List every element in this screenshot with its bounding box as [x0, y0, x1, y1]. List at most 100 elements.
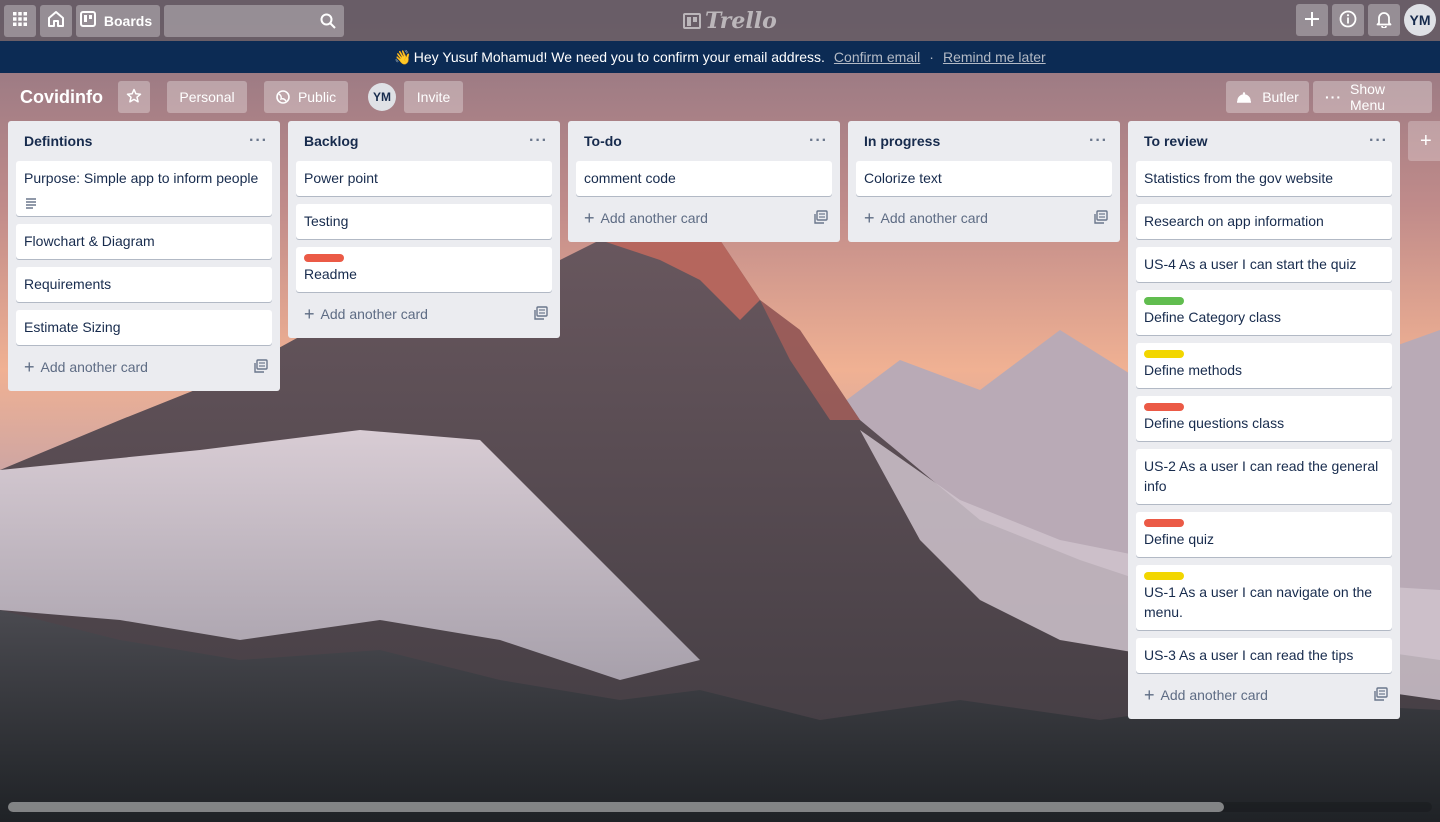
- description-icon: [24, 194, 264, 209]
- home-icon: [47, 10, 65, 31]
- card[interactable]: Define quiz: [1136, 512, 1392, 557]
- card[interactable]: Define methods: [1136, 343, 1392, 388]
- card-title: Power point: [304, 170, 378, 186]
- create-button[interactable]: [1296, 4, 1328, 36]
- list-menu-icon[interactable]: ···: [1369, 132, 1388, 150]
- board-header: Covidinfo Personal Public YM Invite Butl…: [0, 81, 1440, 113]
- card-template-icon[interactable]: [534, 305, 548, 323]
- card[interactable]: Testing: [296, 204, 552, 239]
- list-4: To review ··· Statistics from the gov webs…: [1128, 121, 1400, 719]
- add-card-left: + Add another card: [24, 357, 148, 378]
- card[interactable]: US-4 As a user I can start the quiz: [1136, 247, 1392, 282]
- card-title: Purpose: Simple app to inform people: [24, 170, 259, 186]
- email-confirm-banner: 👋 Hey Yusuf Mohamud! We need you to conf…: [0, 41, 1440, 73]
- add-card-button[interactable]: + Add another card: [16, 351, 272, 383]
- card-label[interactable]: [304, 254, 344, 262]
- card-template-icon[interactable]: [814, 209, 828, 227]
- list-title[interactable]: To-do: [584, 133, 622, 149]
- search-input[interactable]: [164, 4, 344, 37]
- star-board-button[interactable]: [118, 81, 150, 113]
- user-avatar[interactable]: YM: [1404, 4, 1436, 36]
- add-card-button[interactable]: + Add another card: [576, 202, 832, 234]
- confirm-email-link[interactable]: Confirm email: [834, 49, 920, 65]
- butler-button[interactable]: Butler: [1226, 81, 1309, 113]
- card[interactable]: Research on app information: [1136, 204, 1392, 239]
- notifications-button[interactable]: [1368, 4, 1400, 36]
- card-template-icon[interactable]: [1374, 686, 1388, 704]
- card[interactable]: Define questions class: [1136, 396, 1392, 441]
- card[interactable]: Statistics from the gov website: [1136, 161, 1392, 196]
- search-icon: [320, 13, 336, 32]
- card[interactable]: US-1 As a user I can navigate on the men…: [1136, 565, 1392, 630]
- butler-label: Butler: [1262, 89, 1299, 105]
- trello-logo-icon: [683, 13, 701, 29]
- board-member-avatar[interactable]: YM: [368, 83, 396, 111]
- app-switcher-button[interactable]: [4, 4, 36, 37]
- card[interactable]: Purpose: Simple app to inform people: [16, 161, 272, 216]
- horizontal-scrollbar-thumb[interactable]: [8, 802, 1224, 812]
- card[interactable]: Colorize text: [856, 161, 1112, 196]
- list-title[interactable]: Backlog: [304, 133, 358, 149]
- list-menu-icon[interactable]: ···: [249, 132, 268, 150]
- boards-button[interactable]: Boards: [76, 4, 160, 37]
- visibility-public-button[interactable]: Public: [264, 81, 348, 113]
- list-title[interactable]: Defintions: [24, 133, 92, 149]
- card-title: US-1 As a user I can navigate on the men…: [1144, 584, 1373, 620]
- invite-button[interactable]: Invite: [404, 81, 463, 113]
- card[interactable]: US-2 As a user I can read the general in…: [1136, 449, 1392, 504]
- card[interactable]: Requirements: [16, 267, 272, 302]
- add-card-button[interactable]: + Add another card: [296, 298, 552, 330]
- card[interactable]: US-3 As a user I can read the tips: [1136, 638, 1392, 673]
- board-icon: [79, 11, 96, 30]
- card[interactable]: Readme: [296, 247, 552, 292]
- card-label[interactable]: [1144, 350, 1184, 358]
- trello-logo[interactable]: Trello: [683, 8, 777, 34]
- trello-logo-text: Trello: [705, 8, 777, 34]
- add-card-button[interactable]: + Add another card: [1136, 679, 1392, 711]
- card-label[interactable]: [1144, 519, 1184, 527]
- topbar-right-actions: YM: [1296, 4, 1436, 36]
- waving-hand-icon: 👋: [394, 48, 412, 65]
- bell-icon: [1376, 10, 1392, 31]
- show-menu-button[interactable]: ··· Show Menu: [1313, 81, 1432, 113]
- add-card-label: Add another card: [320, 306, 428, 322]
- list-title[interactable]: To review: [1144, 133, 1208, 149]
- card-label[interactable]: [1144, 572, 1184, 580]
- card-label[interactable]: [1144, 403, 1184, 411]
- list-menu-icon[interactable]: ···: [529, 132, 548, 150]
- card[interactable]: comment code: [576, 161, 832, 196]
- card-title: comment code: [584, 170, 676, 186]
- list-title[interactable]: In progress: [864, 133, 940, 149]
- card[interactable]: Power point: [296, 161, 552, 196]
- list-header: Backlog ···: [296, 121, 552, 161]
- card[interactable]: Define Category class: [1136, 290, 1392, 335]
- boards-label: Boards: [103, 12, 153, 29]
- top-navigation-bar: Boards Trello YM: [0, 0, 1440, 41]
- board-title[interactable]: Covidinfo: [20, 87, 103, 108]
- list-header: To-do ···: [576, 121, 832, 161]
- banner-message: Hey Yusuf Mohamud! We need you to confir…: [413, 49, 825, 65]
- card-template-icon[interactable]: [254, 358, 268, 376]
- remind-later-link[interactable]: Remind me later: [943, 49, 1046, 65]
- add-card-left: + Add another card: [1144, 685, 1268, 706]
- card-title: Estimate Sizing: [24, 319, 121, 335]
- list-1: Backlog ··· Power point Testing Readme + Add a…: [288, 121, 560, 338]
- card-template-icon[interactable]: [1094, 209, 1108, 227]
- card-label[interactable]: [1144, 297, 1184, 305]
- more-icon: ···: [1325, 89, 1342, 105]
- list-menu-icon[interactable]: ···: [1089, 132, 1108, 150]
- team-personal-button[interactable]: Personal: [167, 81, 247, 113]
- add-card-left: + Add another card: [584, 208, 708, 229]
- home-button[interactable]: [40, 4, 72, 37]
- add-card-button[interactable]: + Add another card: [856, 202, 1112, 234]
- banner-separator: ·: [929, 49, 934, 65]
- card[interactable]: Estimate Sizing: [16, 310, 272, 345]
- add-list-button[interactable]: +: [1408, 121, 1440, 161]
- add-card-label: Add another card: [600, 210, 708, 226]
- card[interactable]: Flowchart & Diagram: [16, 224, 272, 259]
- info-button[interactable]: [1332, 4, 1364, 36]
- add-card-label: Add another card: [1160, 687, 1268, 703]
- show-menu-label: Show Menu: [1350, 81, 1386, 113]
- list-menu-icon[interactable]: ···: [809, 132, 828, 150]
- star-icon: [126, 88, 142, 107]
